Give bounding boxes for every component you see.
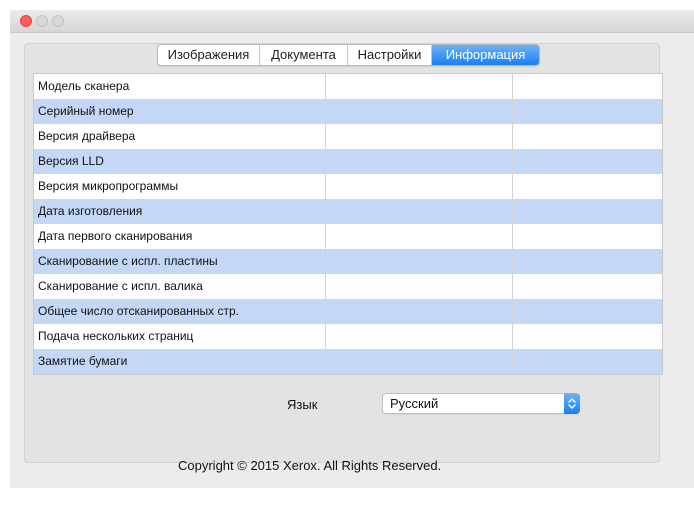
row-extra: [513, 299, 662, 324]
tab-settings[interactable]: Настройки: [348, 45, 432, 65]
language-label: Язык: [287, 397, 318, 412]
info-row-driver-version: Версия драйвера: [34, 124, 662, 149]
info-row-scanner-model: Модель сканера: [34, 74, 662, 99]
row-extra: [513, 274, 662, 299]
row-label: Сканирование с испл. пластины: [34, 249, 326, 274]
info-row-multifeed: Подача нескольких страниц: [34, 324, 662, 349]
language-select[interactable]: Русский: [382, 393, 580, 414]
info-row-total-pages: Общее число отсканированных стр.: [34, 299, 662, 324]
row-value: [326, 124, 513, 149]
close-window-button[interactable]: [20, 15, 32, 27]
row-value: [326, 249, 513, 274]
row-value: [326, 74, 513, 99]
row-label: Подача нескольких страниц: [34, 324, 326, 349]
copyright-text: Copyright © 2015 Xerox. All Rights Reser…: [178, 458, 442, 473]
info-row-manufacture-date: Дата изготовления: [34, 199, 662, 224]
tab-bar: Изображения Документа Настройки Информац…: [157, 44, 540, 66]
row-value: [326, 324, 513, 349]
row-extra: [513, 99, 662, 124]
row-extra: [513, 224, 662, 249]
row-label: Дата первого сканирования: [34, 224, 326, 249]
tab-information[interactable]: Информация: [432, 45, 539, 65]
info-row-lld-version: Версия LLD: [34, 149, 662, 174]
row-value: [326, 299, 513, 324]
tab-document[interactable]: Документа: [260, 45, 348, 65]
row-extra: [513, 174, 662, 199]
minimize-window-button[interactable]: [36, 15, 48, 27]
row-value: [326, 174, 513, 199]
row-label: Дата изготовления: [34, 199, 326, 224]
row-label: Сканирование с испл. валика: [34, 274, 326, 299]
info-row-serial-number: Серийный номер: [34, 99, 662, 124]
row-value: [326, 199, 513, 224]
row-extra: [513, 324, 662, 349]
row-extra: [513, 199, 662, 224]
row-value: [326, 274, 513, 299]
row-value: [326, 149, 513, 174]
info-row-firmware-version: Версия микропрограммы: [34, 174, 662, 199]
row-label: Версия микропрограммы: [34, 174, 326, 199]
row-extra: [513, 74, 662, 99]
row-label: Общее число отсканированных стр.: [34, 299, 326, 324]
row-label: Замятие бумаги: [34, 349, 326, 374]
row-label: Серийный номер: [34, 99, 326, 124]
row-value: [326, 99, 513, 124]
row-extra: [513, 249, 662, 274]
zoom-window-button[interactable]: [52, 15, 64, 27]
language-select-value: Русский: [390, 396, 439, 411]
info-row-first-scan-date: Дата первого сканирования: [34, 224, 662, 249]
title-bar: [10, 10, 694, 33]
row-label: Модель сканера: [34, 74, 326, 99]
row-extra: [513, 349, 662, 374]
info-row-paper-jam: Замятие бумаги: [34, 349, 662, 374]
row-label: Версия драйвера: [34, 124, 326, 149]
row-value: [326, 224, 513, 249]
row-extra: [513, 124, 662, 149]
info-row-roller-scans: Сканирование с испл. валика: [34, 274, 662, 299]
row-value: [326, 349, 513, 374]
info-row-flatbed-scans: Сканирование с испл. пластины: [34, 249, 662, 274]
info-table: Модель сканера Серийный номер Версия дра…: [33, 73, 663, 375]
row-extra: [513, 149, 662, 174]
updown-chevron-icon[interactable]: [564, 393, 580, 414]
tab-images[interactable]: Изображения: [158, 45, 260, 65]
row-label: Версия LLD: [34, 149, 326, 174]
